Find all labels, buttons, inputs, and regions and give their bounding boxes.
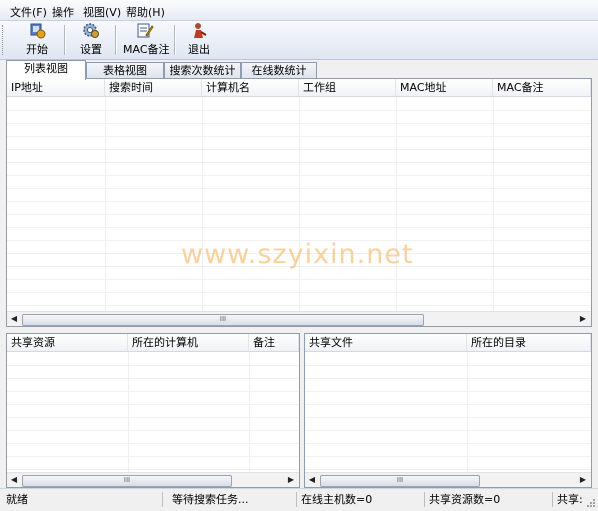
status-online-hosts: 在线主机数=0: [301, 493, 373, 506]
toolbar-separator: [174, 25, 176, 55]
horizontal-scrollbar[interactable]: ◀ III ▶: [7, 472, 299, 487]
host-list-table[interactable]: IP地址 搜索时间 计算机名 工作组 MAC地址 MAC备注 www.szyix…: [6, 78, 592, 327]
status-share-truncated: 共享:: [557, 493, 583, 506]
settings-gear-icon: [83, 23, 99, 38]
menu-bar: 文件(F) 操作 视图(V) 帮助(H): [0, 0, 598, 21]
status-divider: [552, 492, 553, 507]
column-header-share-resource[interactable]: 共享资源: [7, 334, 128, 351]
watermark: www.szyixin.net: [181, 239, 414, 270]
exit-icon: [194, 23, 207, 38]
exit-label: 退出: [188, 43, 210, 56]
note-edit-icon: [137, 23, 154, 38]
resize-grip-icon[interactable]: [586, 498, 596, 508]
table-header: 共享资源 所在的计算机 备注: [7, 334, 299, 352]
mac-note-button[interactable]: MAC备注: [123, 22, 170, 58]
settings-button[interactable]: 设置: [76, 22, 106, 58]
scroll-right-icon[interactable]: ▶: [576, 473, 590, 487]
menu-view[interactable]: 视图(V): [83, 4, 121, 20]
table-header: IP地址 搜索时间 计算机名 工作组 MAC地址 MAC备注: [7, 79, 591, 97]
start-button[interactable]: 开始: [22, 22, 52, 58]
menu-operate[interactable]: 操作: [52, 4, 74, 20]
tab-list-view[interactable]: 列表视图: [6, 60, 86, 80]
mac-note-label: MAC备注: [123, 43, 170, 56]
menu-help[interactable]: 帮助(H): [126, 4, 165, 20]
column-header-search-time[interactable]: 搜索时间: [105, 79, 202, 96]
column-header-mac-note[interactable]: MAC备注: [493, 79, 591, 96]
status-share-count: 共享资源数=0: [429, 493, 501, 506]
column-header-directory[interactable]: 所在的目录: [467, 334, 591, 351]
start-icon: [30, 23, 46, 39]
column-header-shared-file[interactable]: 共享文件: [305, 334, 467, 351]
column-header-computer-name[interactable]: 计算机名: [202, 79, 299, 96]
toolbar-separator: [115, 25, 117, 55]
toolbar-grip[interactable]: [2, 25, 6, 55]
scroll-left-icon[interactable]: ◀: [7, 312, 21, 326]
share-resource-table[interactable]: 共享资源 所在的计算机 备注 ◀ III ▶: [6, 333, 300, 488]
column-header-ip[interactable]: IP地址: [7, 79, 105, 96]
status-divider: [424, 492, 425, 507]
exit-button[interactable]: 退出: [184, 22, 214, 58]
horizontal-scrollbar[interactable]: ◀ III ▶: [305, 472, 591, 487]
scroll-right-icon[interactable]: ▶: [576, 312, 590, 326]
column-header-host-computer[interactable]: 所在的计算机: [128, 334, 249, 351]
column-header-mac[interactable]: MAC地址: [396, 79, 493, 96]
status-bar: 就绪 等待搜索任务... 在线主机数=0 共享资源数=0 共享:: [0, 488, 598, 511]
toolbar: 开始 设置 MAC备注 退出: [0, 21, 598, 60]
horizontal-scrollbar[interactable]: ◀ III ▶: [7, 311, 591, 326]
column-header-workgroup[interactable]: 工作组: [299, 79, 396, 96]
tab-online-count[interactable]: 在线数统计: [241, 62, 317, 79]
table-header: 共享文件 所在的目录: [305, 334, 591, 352]
tab-search-count[interactable]: 搜索次数统计: [164, 62, 241, 79]
status-ready: 就绪: [6, 493, 28, 506]
scroll-right-icon[interactable]: ▶: [284, 473, 298, 487]
scroll-left-icon[interactable]: ◀: [305, 473, 319, 487]
toolbar-separator: [64, 25, 66, 55]
scroll-thumb[interactable]: III: [22, 475, 232, 487]
shared-file-table[interactable]: 共享文件 所在的目录 ◀ III ▶: [304, 333, 592, 488]
tab-table-view[interactable]: 表格视图: [86, 62, 164, 79]
status-divider: [296, 492, 297, 507]
settings-label: 设置: [80, 43, 102, 56]
scroll-thumb[interactable]: III: [22, 314, 424, 326]
scroll-thumb[interactable]: III: [320, 475, 480, 487]
start-label: 开始: [26, 43, 48, 56]
column-header-note[interactable]: 备注: [249, 334, 299, 351]
status-task: 等待搜索任务...: [172, 493, 249, 506]
status-divider: [162, 492, 163, 507]
scroll-left-icon[interactable]: ◀: [7, 473, 21, 487]
menu-file[interactable]: 文件(F): [10, 4, 47, 20]
